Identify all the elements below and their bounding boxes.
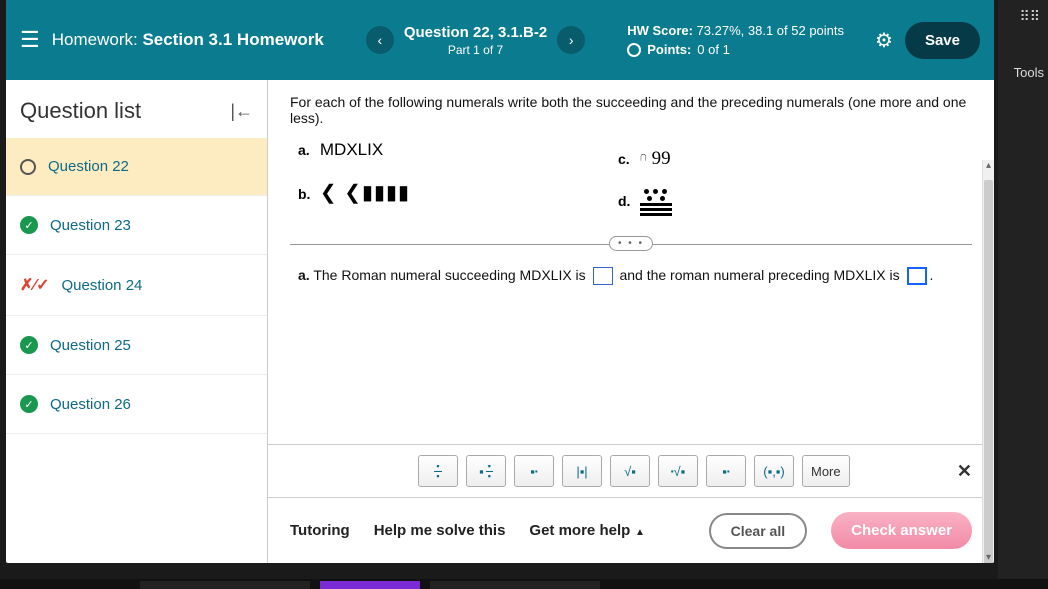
apps-grid-icon[interactable]: ⠿⠿	[1019, 8, 1040, 25]
score-block: HW Score: 73.27%, 38.1 of 52 points Poin…	[627, 21, 844, 60]
taskbar	[0, 579, 1048, 589]
question-item-label: Question 25	[50, 337, 131, 354]
answer-area: a. The Roman numeral succeeding MDXLIX i…	[268, 245, 994, 307]
divider-dots-icon[interactable]: • • •	[609, 236, 653, 251]
answer-blank-succeeding[interactable]	[593, 267, 613, 285]
question-item-25[interactable]: ✓ Question 25	[6, 316, 267, 375]
close-toolbar-icon[interactable]: ✕	[957, 461, 972, 482]
part-c: c. 𓎆 99	[618, 140, 818, 171]
tool-exponent[interactable]: ▪▪	[514, 455, 554, 487]
points-circle-icon	[627, 43, 641, 57]
status-partial-icon: ✗⁄✓	[20, 275, 49, 295]
caret-up-icon: ▲	[632, 527, 645, 538]
question-item-label: Question 24	[61, 277, 142, 294]
status-done-icon: ✓	[20, 336, 38, 354]
gear-icon[interactable]: ⚙	[875, 28, 893, 53]
tool-ordered-pair[interactable]: (▪,▪)	[754, 455, 794, 487]
status-done-icon: ✓	[20, 395, 38, 413]
scroll-up-icon[interactable]: ▴	[983, 160, 994, 171]
tool-abs[interactable]: |▪|	[562, 455, 602, 487]
section-divider: • • •	[290, 244, 972, 245]
status-open-icon	[20, 159, 36, 175]
next-question-button[interactable]: ›	[557, 26, 585, 54]
question-list-panel: Question list |← Question 22 ✓ Question …	[6, 80, 268, 563]
title-block: Homework: Section 3.1 Homework	[52, 30, 324, 50]
problem-prompt: For each of the following numerals write…	[268, 80, 994, 136]
math-toolbar: ▪▪ ▪▪▪ ▪▪ |▪| √▪ ▪√▪ ▪▪ (▪,▪) More ✕	[268, 444, 994, 497]
hamburger-icon[interactable]: ☰	[20, 27, 40, 53]
question-item-23[interactable]: ✓ Question 23	[6, 196, 267, 255]
part-a: a. MDXLIX	[298, 140, 498, 160]
scrollbar-vertical[interactable]: ▴ ▾	[982, 160, 994, 563]
hw-score-value: 73.27%, 38.1 of 52 points	[697, 23, 844, 38]
help-me-solve-link[interactable]: Help me solve this	[374, 522, 506, 539]
question-item-label: Question 26	[50, 396, 131, 413]
hw-score-label: HW Score:	[627, 23, 693, 38]
points-label: Points:	[647, 40, 691, 60]
tool-sqrt[interactable]: √▪	[610, 455, 650, 487]
question-item-label: Question 22	[48, 158, 129, 175]
tools-link[interactable]: Tools	[1014, 65, 1044, 80]
tool-more[interactable]: More	[802, 455, 850, 487]
question-part: Part 1 of 7	[404, 43, 547, 57]
tool-fraction[interactable]: ▪▪	[418, 455, 458, 487]
part-d: d.	[618, 189, 818, 216]
answer-blank-preceding[interactable]	[907, 267, 927, 285]
prev-question-button[interactable]: ‹	[366, 26, 394, 54]
save-button[interactable]: Save	[905, 22, 980, 59]
question-item-22[interactable]: Question 22	[6, 138, 267, 196]
header: ☰ Homework: Section 3.1 Homework ‹ Quest…	[6, 0, 994, 80]
part-c-value: 𓎆 99	[640, 148, 671, 169]
homework-title: Section 3.1 Homework	[142, 30, 323, 49]
tool-nthroot[interactable]: ▪√▪	[658, 455, 698, 487]
tool-subscript[interactable]: ▪▪	[706, 455, 746, 487]
scrollbar-thumb[interactable]	[984, 180, 993, 563]
part-a-value: MDXLIX	[320, 140, 383, 159]
answer-text-3: .	[930, 267, 934, 283]
question-title: Question 22, 3.1.B-2	[404, 24, 547, 41]
collapse-panel-icon[interactable]: |←	[230, 101, 253, 122]
question-item-26[interactable]: ✓ Question 26	[6, 375, 267, 434]
part-d-value	[640, 189, 672, 216]
clear-all-button[interactable]: Clear all	[709, 513, 807, 549]
get-more-help-link[interactable]: Get more help ▲	[529, 522, 645, 539]
main-content: For each of the following numerals write…	[268, 80, 994, 563]
question-list-title: Question list	[20, 98, 141, 124]
footer: Tutoring Help me solve this Get more hel…	[268, 497, 994, 563]
part-b-value: ❮ ❮▮▮▮▮	[320, 182, 410, 204]
check-answer-button[interactable]: Check answer	[831, 512, 972, 549]
status-done-icon: ✓	[20, 216, 38, 234]
answer-text-1: The Roman numeral succeeding MDXLIX is	[313, 267, 589, 283]
part-b: b. ❮ ❮▮▮▮▮	[298, 180, 498, 205]
tutoring-link[interactable]: Tutoring	[290, 522, 350, 539]
question-item-24[interactable]: ✗⁄✓ Question 24	[6, 255, 267, 316]
question-info: Question 22, 3.1.B-2 Part 1 of 7	[404, 24, 547, 57]
answer-text-2: and the roman numeral preceding MDXLIX i…	[616, 267, 904, 283]
right-side-panel: ⠿⠿ Tools	[998, 0, 1048, 589]
question-item-label: Question 23	[50, 217, 131, 234]
tool-mixed-fraction[interactable]: ▪▪▪	[466, 455, 506, 487]
scroll-down-icon[interactable]: ▾	[983, 552, 994, 563]
homework-label: Homework:	[52, 30, 138, 49]
points-value: 0 of 1	[697, 40, 730, 60]
